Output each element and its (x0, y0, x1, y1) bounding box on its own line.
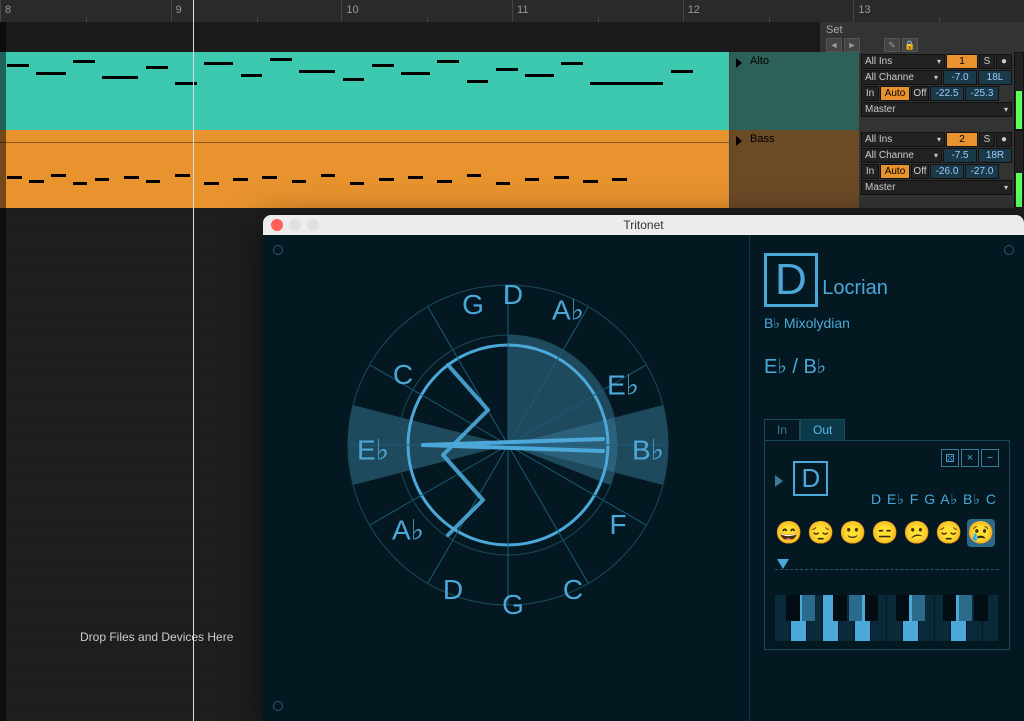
panel-root[interactable]: D (793, 461, 828, 496)
track-header-bass[interactable]: Bass (729, 130, 859, 208)
level-meter (1014, 130, 1024, 208)
randomize-button[interactable]: ⚄ (941, 449, 959, 467)
circle-panel: G D A♭ C E♭ E♭ B♭ A♭ F D C G (263, 235, 749, 721)
mood-3[interactable]: 😑 (871, 519, 899, 547)
midi-channel-dropdown[interactable]: All Channe (861, 148, 942, 163)
monitor-auto[interactable]: Auto (880, 86, 910, 101)
note-c-2[interactable]: C (563, 574, 583, 606)
info-panel: D Locrian B♭ Mixolydian E♭ / B♭ In Out ⚄… (749, 235, 1024, 721)
note-ab[interactable]: A♭ (552, 294, 584, 327)
volume-value[interactable]: -7.0 (943, 70, 977, 85)
titlebar[interactable]: Tritonet (263, 215, 1024, 235)
output-dropdown[interactable]: Master (861, 180, 1012, 195)
midi-channel-dropdown[interactable]: All Channe (861, 70, 942, 85)
track-number[interactable]: 2 (946, 132, 978, 147)
note-ab-2[interactable]: A♭ (392, 514, 424, 547)
set-back-icon[interactable]: ◄ (826, 38, 842, 52)
close-traffic-light[interactable] (271, 219, 283, 231)
note-f[interactable]: F (609, 509, 626, 541)
pan-value[interactable]: 18L (978, 70, 1012, 85)
peak-2: -25.3 (965, 86, 999, 101)
corner-icon[interactable] (273, 701, 283, 711)
set-lock-icon[interactable]: 🔒 (902, 38, 918, 52)
scale-root[interactable]: D (764, 253, 818, 307)
playhead[interactable] (193, 0, 194, 721)
mixer-alto: All Ins1S● All Channe-7.018L InAutoOff-2… (859, 52, 1014, 130)
note-g-2[interactable]: G (502, 589, 524, 621)
tab-in[interactable]: In (764, 419, 800, 441)
corner-icon[interactable] (1004, 245, 1014, 255)
solo-button[interactable]: S (979, 54, 995, 69)
note-d[interactable]: D (503, 279, 523, 311)
set-fwd-icon[interactable]: ► (844, 38, 860, 52)
play-icon[interactable] (775, 475, 783, 487)
set-label: Set (826, 24, 843, 36)
mood-5[interactable]: 😔 (935, 519, 963, 547)
peak-2: -27.0 (965, 164, 999, 179)
slider-thumb-icon[interactable] (777, 559, 789, 569)
mood-1[interactable]: 😔 (807, 519, 835, 547)
plugin-window: Tritonet (263, 215, 1024, 721)
level-meter (1014, 52, 1024, 130)
track-number[interactable]: 1 (946, 54, 978, 69)
output-dropdown[interactable]: Master (861, 102, 1012, 117)
clip-bass[interactable] (0, 130, 729, 208)
io-tabs: In Out (764, 419, 1010, 441)
zoom-traffic-light[interactable] (307, 219, 319, 231)
tension-slider[interactable] (775, 559, 999, 573)
track-row-bass: Bass All Ins2S● All Channe-7.518R InAuto… (0, 130, 1024, 208)
fold-icon[interactable] (736, 136, 742, 146)
chord-label: E♭ / B♭ (764, 354, 1010, 379)
sub-mode: B♭ Mixolydian (764, 315, 1010, 332)
monitor-auto[interactable]: Auto (880, 164, 910, 179)
set-header: Set ◄ ► ✎ 🔒 (820, 22, 1024, 52)
track-row-alto: Alto All Ins1S● All Channe-7.018L InAuto… (0, 52, 1024, 130)
mood-4[interactable]: 😕 (903, 519, 931, 547)
corner-icon[interactable] (273, 245, 283, 255)
monitor-off[interactable]: Off (911, 164, 929, 179)
peak-1: -22.5 (930, 86, 964, 101)
tab-out[interactable]: Out (800, 419, 845, 441)
fold-icon[interactable] (736, 58, 742, 68)
clip-alto[interactable] (0, 52, 729, 130)
track-header-alto[interactable]: Alto (729, 52, 859, 130)
arm-button[interactable]: ● (996, 54, 1012, 69)
minus-button[interactable]: − (981, 449, 999, 467)
midi-from-dropdown[interactable]: All Ins (861, 54, 945, 69)
mood-2[interactable]: 🙂 (839, 519, 867, 547)
note-bb[interactable]: B♭ (632, 434, 664, 467)
note-eb[interactable]: E♭ (607, 369, 639, 402)
timeline-ruler[interactable]: 8 9 10 11 12 13 (0, 0, 1024, 22)
emoji-selector: 😄 😔 🙂 😑 😕 😔 😢 (775, 519, 995, 547)
scale-notes: D E♭ F G A♭ B♭ C (871, 491, 997, 508)
set-edit-icon[interactable]: ✎ (884, 38, 900, 52)
plugin-title: Tritonet (623, 218, 663, 232)
scale-mode: Locrian (822, 277, 888, 299)
monitor-in[interactable]: In (861, 164, 879, 179)
monitor-in[interactable]: In (861, 86, 879, 101)
monitor-off[interactable]: Off (911, 86, 929, 101)
note-eb-left[interactable]: E♭ (357, 434, 389, 467)
minimize-traffic-light[interactable] (289, 219, 301, 231)
note-g[interactable]: G (462, 289, 484, 321)
midi-from-dropdown[interactable]: All Ins (861, 132, 945, 147)
mood-6[interactable]: 😢 (967, 519, 995, 547)
solo-button[interactable]: S (979, 132, 995, 147)
volume-value[interactable]: -7.5 (943, 148, 977, 163)
clear-button[interactable]: × (961, 449, 979, 467)
output-panel: ⚄ × − D D E♭ F G A♭ B♭ C 😄 😔 🙂 😑 😕 😔 😢 (764, 440, 1010, 650)
peak-1: -26.0 (930, 164, 964, 179)
note-d-2[interactable]: D (443, 574, 463, 606)
mini-keyboard[interactable] (775, 595, 999, 641)
pan-value[interactable]: 18R (978, 148, 1012, 163)
mixer-bass: All Ins2S● All Channe-7.518R InAutoOff-2… (859, 130, 1014, 208)
note-c[interactable]: C (393, 359, 413, 391)
arm-button[interactable]: ● (996, 132, 1012, 147)
mood-0[interactable]: 😄 (775, 519, 803, 547)
drop-hint-text: Drop Files and Devices Here (80, 630, 233, 644)
